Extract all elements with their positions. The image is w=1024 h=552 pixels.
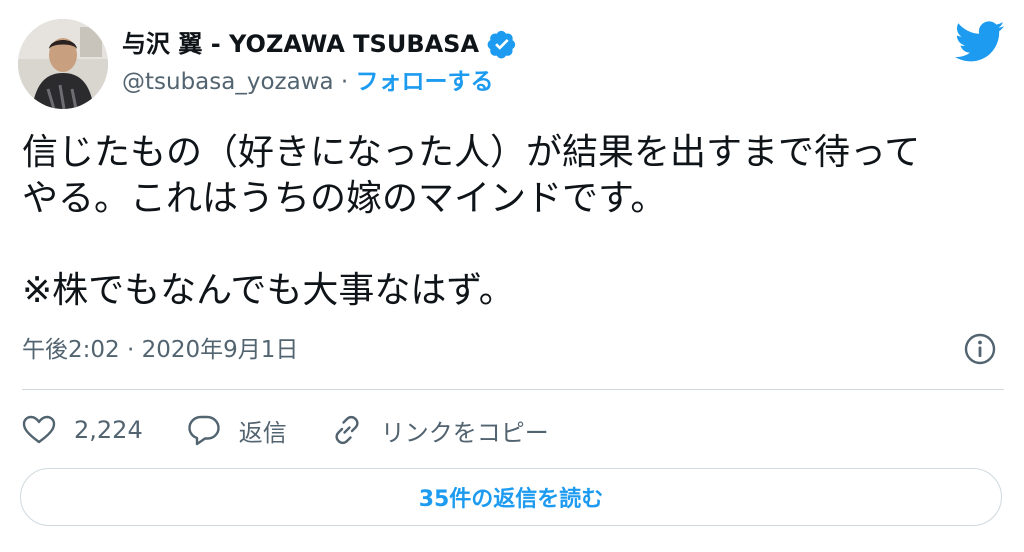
author-name[interactable]: 与沢 翼 - YOZAWA TSUBASA (122, 28, 479, 60)
reply-label: 返信 (238, 418, 287, 447)
tweet-timestamp[interactable]: 午後2:02 · 2020年9月1日 (22, 334, 298, 366)
reply-icon (188, 415, 220, 446)
copy-link-button[interactable]: リンクをコピー (331, 413, 549, 448)
tweet-text: 信じたもの（好きになった人）が結果を出すまで待って やる。これはうちの嫁のマイン… (22, 132, 921, 311)
copy-link-label: リンクをコピー (380, 418, 549, 447)
author-name-row[interactable]: 与沢 翼 - YOZAWA TSUBASA (122, 28, 517, 60)
twitter-bird-icon[interactable] (954, 20, 1005, 64)
avatar[interactable] (18, 19, 108, 109)
follow-button[interactable]: フォローする (356, 69, 494, 95)
separator: · (340, 69, 349, 95)
heart-icon (22, 415, 56, 444)
read-replies-label: 35件の返信を読む (418, 487, 604, 512)
likes-count: 2,224 (74, 416, 143, 444)
author-handle[interactable]: @tsubasa_yozawa (122, 69, 334, 95)
read-replies-button[interactable]: 35件の返信を読む (20, 468, 1002, 526)
divider (22, 389, 1004, 390)
info-icon[interactable] (963, 332, 997, 366)
action-bar: 2,224 返信 リンクをコピー (22, 410, 593, 450)
handle-row: @tsubasa_yozawa · フォローする (122, 66, 494, 98)
like-button[interactable]: 2,224 (22, 415, 143, 445)
reply-button[interactable]: 返信 (187, 413, 287, 448)
link-icon (335, 415, 359, 445)
verified-badge-icon (487, 29, 517, 59)
